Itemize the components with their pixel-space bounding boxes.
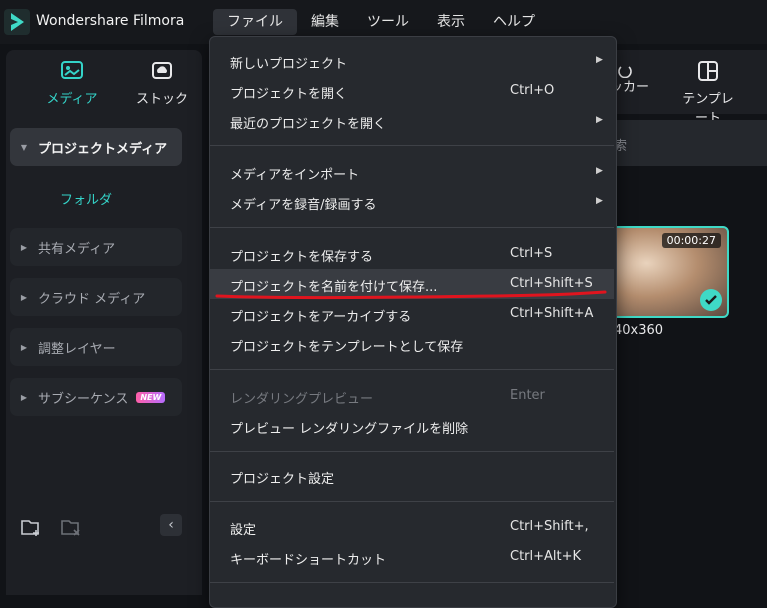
menu-item-settings[interactable]: 設定 Ctrl+Shift+, (210, 512, 614, 542)
sidebar-item-label: プロジェクトメディア (38, 141, 168, 157)
menu-edit[interactable]: 編集 (297, 9, 353, 35)
right-tabs: ッカー テンプレート (610, 50, 767, 126)
file-menu-dropdown: 新しいプロジェクト ▶ プロジェクトを開く Ctrl+O 最近のプロジェクトを開… (209, 36, 617, 608)
sidebar-item-folder[interactable]: フォルダ (60, 189, 112, 208)
chevron-right-icon: ▶ (20, 292, 28, 302)
chevron-right-icon: ▶ (20, 392, 28, 402)
chevron-left-icon: ‹ (168, 517, 174, 533)
submenu-arrow-icon: ▶ (596, 166, 603, 176)
menu-item-keyboard-shortcuts[interactable]: キーボードショートカット Ctrl+Alt+K (210, 542, 614, 572)
menu-item-save-project[interactable]: プロジェクトを保存する Ctrl+S (210, 239, 614, 269)
app-title: Wondershare Filmora (36, 13, 185, 29)
menu-item-import-media[interactable]: メディアをインポート ▶ (210, 157, 614, 187)
sticker-icon (618, 66, 632, 78)
sidebar-item-cloud-media[interactable]: ▶ クラウド メディア (10, 278, 182, 316)
menu-help[interactable]: ヘルプ (479, 9, 549, 35)
tab-stock-label: ストック (135, 92, 188, 107)
sidebar-item-label: サブシーケンス (38, 391, 129, 407)
menu-item-record-media[interactable]: メディアを録音/録画する ▶ (210, 187, 614, 217)
selected-check-icon (700, 289, 722, 311)
collapse-panel-button[interactable]: ‹ (160, 514, 182, 536)
thumbnail-label: 40x360 (614, 323, 664, 338)
menu-bar: ファイル 編集 ツール 表示 ヘルプ (213, 9, 549, 35)
submenu-arrow-icon: ▶ (596, 196, 603, 206)
media-tabs: メディア ストック (6, 50, 202, 114)
media-thumbnail[interactable]: 00:00:27 (610, 226, 729, 318)
tab-media[interactable]: メディア (32, 60, 112, 107)
menu-view[interactable]: 表示 (423, 9, 479, 35)
menu-tools[interactable]: ツール (353, 9, 423, 35)
menu-item-archive-project[interactable]: プロジェクトをアーカイブする Ctrl+Shift+A (210, 299, 614, 329)
menu-item-project-settings[interactable]: プロジェクト設定 (210, 461, 614, 491)
menu-item-new-project[interactable]: 新しいプロジェクト ▶ (210, 46, 614, 76)
sidebar-item-label: クラウド メディア (38, 291, 146, 307)
submenu-arrow-icon: ▶ (596, 115, 603, 125)
chevron-right-icon: ▶ (20, 242, 28, 252)
filmora-logo-icon (4, 9, 30, 35)
delete-folder-icon[interactable] (60, 516, 82, 538)
search-bar[interactable] (610, 120, 767, 166)
media-icon (61, 61, 83, 79)
new-badge: NEW (136, 391, 166, 403)
menu-item-render-preview: レンダリングプレビュー Enter (230, 388, 545, 407)
menu-separator (210, 582, 614, 583)
menu-item-open-project[interactable]: プロジェクトを開く Ctrl+O (210, 76, 614, 106)
menu-separator (210, 451, 614, 452)
sidebar-item-shared-media[interactable]: ▶ 共有メディア (10, 228, 182, 266)
tab-stock[interactable]: ストック (122, 60, 202, 107)
chevron-right-icon: ▶ (20, 342, 28, 352)
menu-separator (210, 145, 614, 146)
cloud-box-icon (152, 62, 172, 79)
menu-item-recent-projects[interactable]: 最近のプロジェクトを開く ▶ (210, 106, 614, 136)
menu-item-save-as-template[interactable]: プロジェクトをテンプレートとして保存 (210, 329, 614, 359)
new-folder-icon[interactable] (20, 516, 42, 538)
duration-badge: 00:00:27 (661, 233, 721, 248)
template-icon (698, 61, 718, 81)
menu-item-save-as[interactable]: プロジェクトを名前を付けて保存... Ctrl+Shift+S (210, 269, 614, 299)
menu-separator (210, 501, 614, 502)
menu-item-delete-render-files[interactable]: プレビュー レンダリングファイルを削除 (210, 411, 614, 441)
sidebar-item-adjustment-layer[interactable]: ▶ 調整レイヤー (10, 328, 182, 366)
sidebar-item-label: 調整レイヤー (38, 341, 116, 357)
sidebar-item-label: 共有メディア (38, 241, 116, 257)
tab-template[interactable]: テンプレート (678, 60, 738, 126)
chevron-down-icon: ▼ (20, 142, 28, 152)
tab-media-label: メディア (46, 92, 98, 107)
submenu-arrow-icon: ▶ (596, 55, 603, 65)
menu-separator (210, 369, 614, 370)
menu-separator (210, 227, 614, 228)
menu-file[interactable]: ファイル (213, 9, 297, 35)
sidebar-item-subsequence[interactable]: ▶ サブシーケンス NEW (10, 378, 182, 416)
sidebar-item-project-media[interactable]: ▼ プロジェクトメディア (10, 128, 182, 166)
